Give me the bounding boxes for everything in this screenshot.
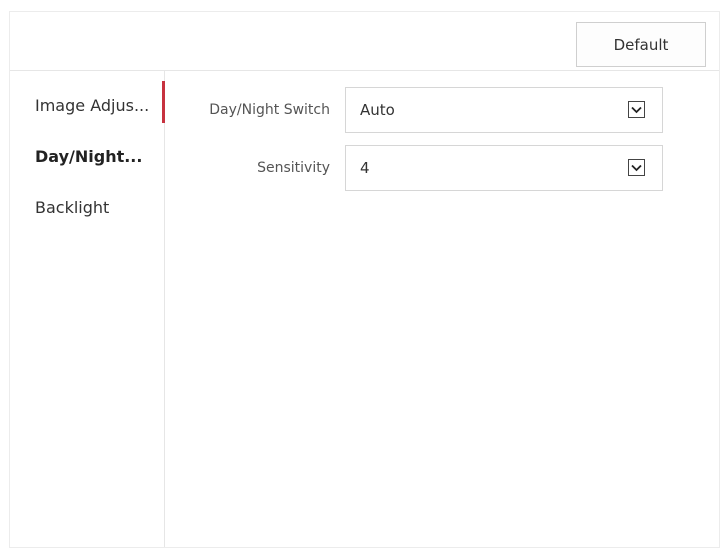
sensitivity-label: Sensitivity	[257, 160, 330, 176]
day-night-switch-label: Day/Night Switch	[209, 102, 330, 118]
chevron-down-icon[interactable]	[628, 101, 645, 118]
default-button[interactable]: Default	[576, 22, 706, 67]
day-night-switch-value: Auto	[360, 101, 395, 119]
settings-panel: Default Image Adjus... Day/Night... Back…	[9, 11, 720, 548]
active-item-indicator	[162, 81, 165, 123]
sidebar-item-backlight[interactable]: Backlight	[35, 198, 109, 217]
sidebar-item-image-adjustment[interactable]: Image Adjus...	[35, 96, 149, 115]
sidebar-item-day-night[interactable]: Day/Night...	[35, 147, 142, 166]
sidebar: Image Adjus... Day/Night... Backlight	[10, 71, 165, 547]
day-night-switch-select[interactable]: Auto	[345, 87, 663, 133]
sensitivity-value: 4	[360, 159, 370, 177]
chevron-down-icon[interactable]	[628, 159, 645, 176]
sensitivity-select[interactable]: 4	[345, 145, 663, 191]
top-toolbar: Default	[10, 12, 719, 71]
